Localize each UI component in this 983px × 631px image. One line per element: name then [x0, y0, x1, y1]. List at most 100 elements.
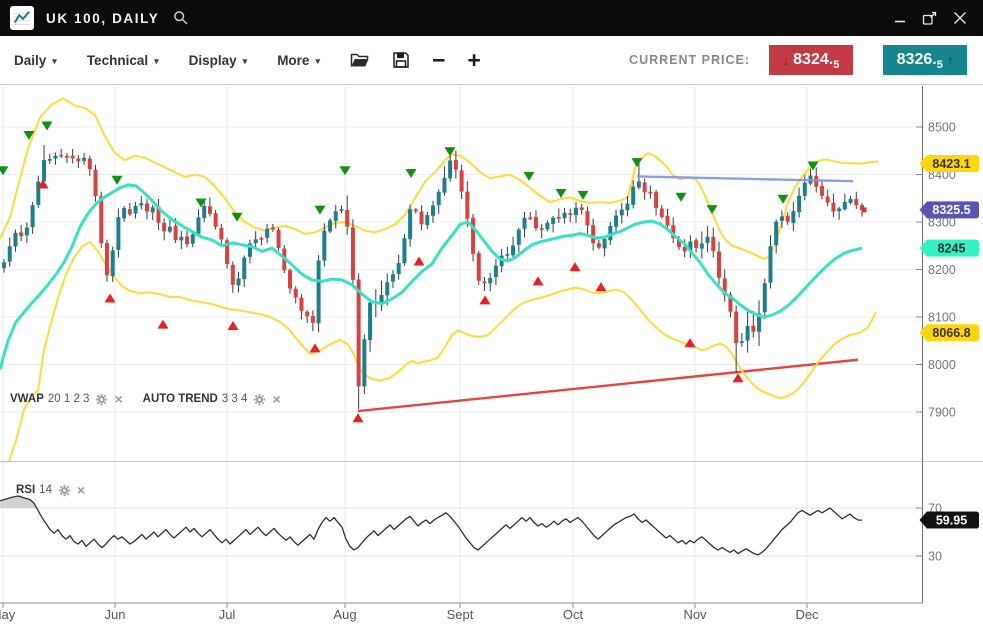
- technical-label: Technical: [87, 53, 148, 68]
- buy-price-fraction: 5: [937, 59, 943, 75]
- minimize-button[interactable]: [887, 5, 913, 31]
- chevron-down-icon: ▾: [243, 54, 248, 67]
- price-tick-label: 8000: [928, 358, 956, 372]
- buy-signal-icon: [733, 373, 744, 382]
- timeframe-dropdown[interactable]: Daily ▾: [14, 53, 57, 68]
- rsi-line: [0, 496, 862, 555]
- buy-signal-icon: [480, 295, 491, 304]
- rsi-tick-label: 30: [928, 550, 942, 564]
- price-badge-value: 8325.5: [932, 203, 970, 217]
- sell-signal-icon: [0, 166, 9, 175]
- auto-trendline-support[interactable]: [358, 360, 858, 411]
- rsi-remove-icon[interactable]: ×: [77, 483, 85, 497]
- month-label: Jun: [105, 607, 126, 622]
- buy-signal-icon: [158, 320, 169, 329]
- window-title: UK 100, DAILY: [46, 11, 159, 26]
- sell-signal-icon: [676, 193, 687, 202]
- chevron-down-icon: ▾: [52, 54, 57, 67]
- save-layout-icon[interactable]: [392, 51, 410, 69]
- popout-icon[interactable]: [917, 5, 943, 31]
- rsi-indicator-name: RSI: [16, 484, 35, 496]
- buy-signal-icon: [533, 276, 544, 285]
- rsi-overbought-fill: [0, 496, 862, 555]
- price-badge-value: 8245: [938, 241, 966, 255]
- sell-signal-icon: [340, 166, 351, 175]
- sell-signal-icon: [112, 176, 123, 185]
- month-label: Aug: [333, 607, 356, 622]
- chart-window: UK 100, DAILY Daily ▾ Technical ▾ Display ▾…: [0, 0, 983, 631]
- month-label: Nov: [683, 607, 707, 622]
- main-panel: [0, 99, 878, 479]
- price-tick-label: 8200: [928, 263, 956, 277]
- rsi-settings-gear-icon[interactable]: [58, 484, 71, 497]
- price-chart[interactable]: MayJunJulAugSeptOctNovDec850084008300820…: [0, 85, 983, 631]
- chart-region[interactable]: MayJunJulAugSeptOctNovDec850084008300820…: [0, 85, 983, 631]
- vwap-indicator-name: VWAP: [10, 393, 44, 405]
- title-bar: UK 100, DAILY: [0, 0, 983, 36]
- buy-signal-icon: [685, 338, 696, 347]
- sell-signal-icon: [406, 169, 417, 178]
- zoom-in-button[interactable]: +: [467, 49, 480, 72]
- sell-price-value: 8324.: [793, 51, 833, 69]
- autotrend-settings-gear-icon[interactable]: [253, 393, 266, 406]
- sell-signal-icon: [556, 189, 567, 198]
- autotrend-remove-icon[interactable]: ×: [272, 392, 280, 406]
- current-price-group: CURRENT PRICE: ↓ 8324. 5 8326. 5 ↑: [629, 45, 969, 75]
- sell-price-button[interactable]: ↓ 8324. 5: [769, 45, 853, 75]
- sell-signal-icon: [315, 206, 326, 215]
- plus-icon: +: [467, 49, 480, 72]
- month-label: Sept: [447, 607, 474, 622]
- search-icon[interactable]: [173, 10, 189, 26]
- auto-trendline-resistance[interactable]: [637, 176, 853, 181]
- sell-signal-icon: [524, 172, 535, 181]
- band-lower-line: [0, 242, 876, 479]
- buy-signal-icon: [353, 413, 364, 422]
- sell-signal-icon: [632, 158, 643, 167]
- sell-signal-icon: [778, 195, 789, 204]
- month-label: Jul: [219, 607, 236, 622]
- close-button[interactable]: [947, 5, 973, 31]
- buy-signal-icon: [228, 321, 239, 330]
- rsi-legend: RSI 14 ×: [16, 483, 91, 497]
- timeframe-label: Daily: [14, 53, 46, 68]
- price-badge-value: 8066.8: [932, 326, 970, 340]
- month-label: Oct: [563, 607, 584, 622]
- buy-signal-icon: [570, 262, 581, 271]
- buy-signal-icon: [414, 256, 425, 265]
- last-price-marker: [862, 207, 867, 212]
- vwap-indicator-params: 20 1 2 3: [48, 393, 90, 405]
- buy-price-value: 8326.: [897, 51, 937, 69]
- display-dropdown[interactable]: Display ▾: [189, 53, 248, 68]
- arrow-down-icon: ↓: [783, 53, 790, 68]
- minus-icon: −: [432, 49, 445, 72]
- chart-toolbar: Daily ▾ Technical ▾ Display ▾ More ▾ − + CUR…: [0, 36, 983, 85]
- technical-dropdown[interactable]: Technical ▾: [87, 53, 159, 68]
- vwap-remove-icon[interactable]: ×: [114, 392, 122, 406]
- buy-signal-icon: [596, 282, 607, 291]
- price-badge-value: 8423.1: [932, 157, 970, 171]
- arrow-up-icon: ↑: [947, 53, 954, 68]
- vwap-settings-gear-icon[interactable]: [95, 393, 108, 406]
- display-label: Display: [189, 53, 237, 68]
- price-tick-label: 7900: [928, 406, 956, 420]
- chart-app-icon: [10, 6, 34, 30]
- chevron-down-icon: ▾: [154, 54, 159, 67]
- month-label: May: [0, 607, 16, 622]
- buy-price-button[interactable]: 8326. 5 ↑: [883, 45, 967, 75]
- current-price-label: CURRENT PRICE:: [629, 53, 750, 67]
- rsi-panel: [0, 496, 862, 555]
- buy-signal-icon: [310, 343, 321, 352]
- price-tick-label: 8500: [928, 121, 956, 135]
- open-layout-icon[interactable]: [350, 52, 370, 69]
- sell-price-fraction: 5: [833, 59, 839, 75]
- rsi-indicator-params: 14: [39, 484, 52, 496]
- more-dropdown[interactable]: More ▾: [277, 53, 320, 68]
- autotrend-indicator-params: 3 3 4: [222, 393, 248, 405]
- rsi-value-badge-value: 59.95: [936, 513, 967, 527]
- sell-signal-icon: [707, 205, 718, 214]
- autotrend-indicator-name: AUTO TREND: [143, 393, 218, 405]
- chevron-down-icon: ▾: [315, 54, 320, 67]
- more-label: More: [277, 53, 309, 68]
- month-label: Dec: [795, 607, 819, 622]
- zoom-out-button[interactable]: −: [432, 49, 445, 72]
